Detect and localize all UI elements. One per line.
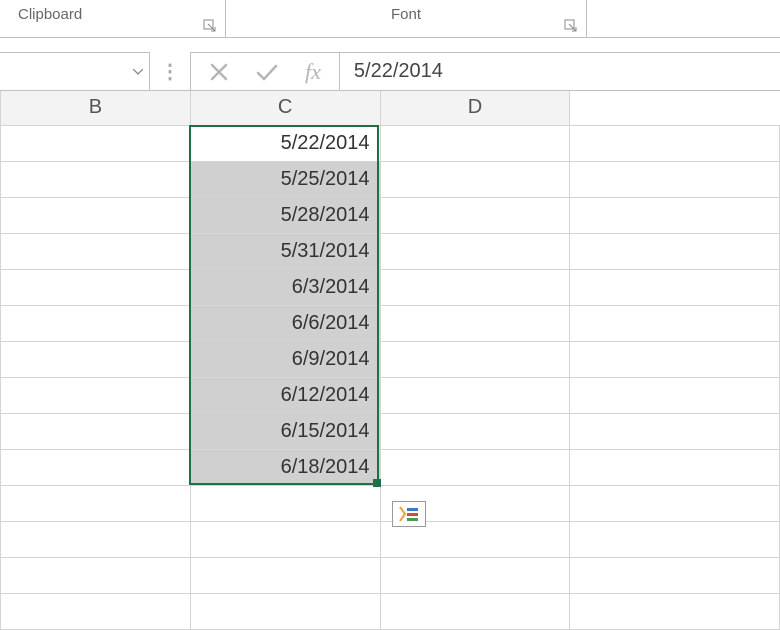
worksheet-grid[interactable]: A B C D 5/22/2014 5/25/2014 5/28/2014 5/… — [0, 91, 780, 628]
formula-bar-separator: ⋮ — [150, 52, 190, 90]
cell[interactable] — [570, 521, 780, 557]
cell[interactable]: 6/15/2014 — [190, 413, 380, 449]
cell[interactable] — [380, 161, 570, 197]
cell[interactable] — [570, 341, 780, 377]
cell[interactable] — [1, 377, 191, 413]
cell[interactable] — [570, 233, 780, 269]
cell[interactable] — [1, 449, 191, 485]
cell[interactable] — [190, 593, 380, 629]
cell[interactable]: 5/31/2014 — [190, 233, 380, 269]
table-row: 6/15/2014 — [1, 413, 780, 449]
cell[interactable] — [570, 377, 780, 413]
formula-input-value: 5/22/2014 — [354, 60, 443, 83]
cell[interactable] — [380, 557, 570, 593]
cell[interactable] — [1, 161, 191, 197]
cell[interactable] — [570, 305, 780, 341]
cell[interactable]: 6/18/2014 — [190, 449, 380, 485]
cell[interactable] — [570, 485, 780, 521]
table-row — [1, 557, 780, 593]
table-row — [1, 521, 780, 557]
cell[interactable]: 6/9/2014 — [190, 341, 380, 377]
cell[interactable] — [380, 341, 570, 377]
cell[interactable] — [570, 413, 780, 449]
ribbon-group-row: Clipboard Font — [0, 0, 780, 38]
cell[interactable] — [1, 269, 191, 305]
formula-input[interactable]: 5/22/2014 — [339, 52, 780, 90]
column-header-row: A B C D — [1, 91, 780, 125]
cell[interactable]: 6/12/2014 — [190, 377, 380, 413]
cell[interactable] — [1, 557, 191, 593]
column-header-C[interactable]: C — [190, 91, 380, 125]
column-header-D[interactable]: D — [380, 91, 570, 125]
table-row: 6/6/2014 — [1, 305, 780, 341]
cell[interactable] — [570, 449, 780, 485]
table-row: 5/28/2014 — [1, 197, 780, 233]
table-row: 6/12/2014 — [1, 377, 780, 413]
font-dialog-launcher-icon[interactable] — [564, 19, 578, 33]
cell[interactable] — [380, 413, 570, 449]
cell[interactable] — [570, 161, 780, 197]
autofill-options-button[interactable] — [392, 501, 426, 527]
cell[interactable] — [380, 593, 570, 629]
cell[interactable] — [190, 485, 380, 521]
table-row: 6/18/2014 — [1, 449, 780, 485]
table-row: 5/25/2014 — [1, 161, 780, 197]
cell[interactable]: 6/6/2014 — [190, 305, 380, 341]
cell[interactable]: 5/28/2014 — [190, 197, 380, 233]
cell[interactable] — [380, 449, 570, 485]
cell[interactable] — [380, 377, 570, 413]
insert-function-icon[interactable]: fx — [305, 59, 321, 85]
formula-bar-buttons: fx — [190, 52, 339, 90]
table-row — [1, 593, 780, 629]
enter-icon[interactable] — [255, 62, 279, 82]
clipboard-dialog-launcher-icon[interactable] — [203, 19, 217, 33]
cell[interactable] — [1, 485, 191, 521]
cell[interactable] — [1, 521, 191, 557]
cell[interactable] — [1, 413, 191, 449]
table-row: 6/9/2014 — [1, 341, 780, 377]
cell[interactable] — [1, 233, 191, 269]
ribbon-group-remainder — [587, 0, 780, 37]
cell[interactable] — [570, 197, 780, 233]
cell[interactable] — [1, 305, 191, 341]
cell[interactable] — [380, 125, 570, 161]
cell[interactable] — [190, 557, 380, 593]
cell[interactable] — [190, 521, 380, 557]
cell[interactable] — [380, 197, 570, 233]
ribbon-group-clipboard: Clipboard — [0, 0, 225, 37]
column-header-B[interactable]: B — [1, 91, 191, 125]
cell[interactable] — [570, 593, 780, 629]
formula-bar: ⋮ fx 5/22/2014 — [0, 38, 780, 91]
sheet-table[interactable]: A B C D 5/22/2014 5/25/2014 5/28/2014 5/… — [0, 91, 780, 630]
cell[interactable] — [380, 305, 570, 341]
cell[interactable] — [1, 197, 191, 233]
table-row: 6/3/2014 — [1, 269, 780, 305]
cell[interactable] — [570, 557, 780, 593]
table-row: 5/31/2014 — [1, 233, 780, 269]
cell[interactable]: 5/22/2014 — [190, 125, 380, 161]
cell[interactable]: 6/3/2014 — [190, 269, 380, 305]
name-box[interactable] — [0, 52, 150, 90]
ribbon-group-font: Font — [226, 0, 586, 37]
ribbon-group-font-label: Font — [391, 6, 421, 23]
cell[interactable] — [380, 233, 570, 269]
ribbon-group-clipboard-label: Clipboard — [18, 6, 82, 23]
cell[interactable] — [570, 269, 780, 305]
cell[interactable] — [1, 593, 191, 629]
cell[interactable]: 5/25/2014 — [190, 161, 380, 197]
cell[interactable] — [380, 269, 570, 305]
cell[interactable] — [570, 125, 780, 161]
table-row — [1, 485, 780, 521]
name-box-dropdown-icon[interactable] — [127, 69, 149, 75]
table-row: 5/22/2014 — [1, 125, 780, 161]
cell[interactable] — [1, 125, 191, 161]
cancel-icon[interactable] — [209, 62, 229, 82]
cell[interactable] — [1, 341, 191, 377]
